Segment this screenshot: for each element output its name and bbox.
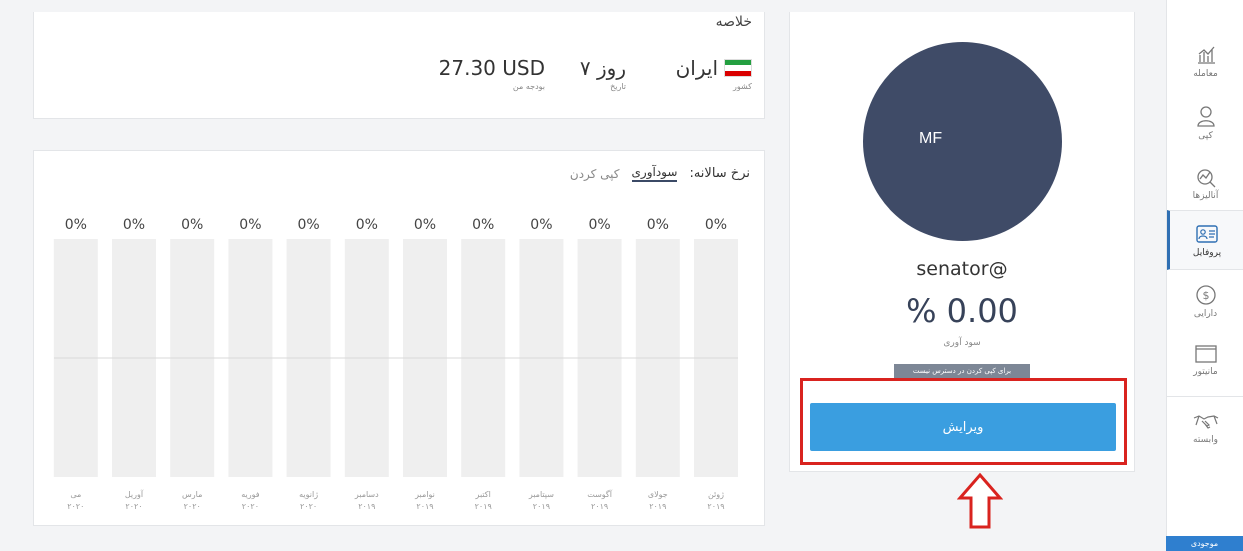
x-tick-year-label: ۲۰۱۹ (591, 502, 608, 511)
history-value: ۷ روز (579, 56, 626, 80)
chart-trade-icon (1197, 46, 1215, 64)
x-tick-label: دسامبر (354, 490, 379, 499)
chart-tabs: نرخ سالانه: سودآوری کپی کردن (570, 165, 750, 182)
sidebar-item-copy[interactable]: کپی (1167, 104, 1243, 164)
bar-value-label: 0% (123, 217, 145, 233)
x-tick-label: مارس (182, 490, 202, 499)
bar-value-label: 0% (297, 217, 319, 233)
country-value: ایران (675, 56, 718, 80)
bar-chart: 0% ژوئن ۲۰۱۹ 0% جولای ۲۰۱۹ 0% آگوست ۲۰۱۹ 0% سپتامب… (53, 217, 738, 511)
x-tick-label: آگوست (587, 489, 613, 499)
bar-value-label: 0% (414, 217, 436, 233)
dollar-circle-icon: $ (1195, 285, 1216, 305)
country-label: کشور (733, 82, 752, 91)
annual-rate-chart-card: 0% ژوئن ۲۰۱۹ 0% جولای ۲۰۱۹ 0% آگوست ۲۰۱۹ 0% سپتامب… (33, 150, 765, 526)
tab-copying[interactable]: کپی کردن (570, 167, 620, 181)
x-tick-year-label: ۲۰۱۹ (707, 502, 724, 511)
svg-text:$: $ (1202, 289, 1209, 302)
budget-label: بودجه من (512, 82, 545, 91)
x-tick-year-label: ۲۰۱۹ (475, 502, 492, 511)
country-field: ایران کشور (676, 56, 752, 91)
annual-rate-label: نرخ سالانه: (689, 166, 750, 181)
bar-value-label: 0% (705, 217, 727, 233)
handshake-icon (1193, 415, 1218, 429)
bar-value-label: 0% (65, 217, 87, 233)
summary-title: خلاصه (715, 14, 752, 30)
sidebar-divider (1167, 396, 1243, 397)
bar-value-label: 0% (356, 217, 378, 233)
x-tick-label: ژوئن (708, 490, 724, 499)
sidebar-item-label: معامله (1193, 69, 1218, 79)
sidebar-item-label: کپی (1198, 131, 1213, 141)
x-tick-year-label: ۲۰۲۰ (125, 502, 142, 511)
x-tick-label: اکتبر (475, 490, 491, 499)
bar-value-label: 0% (588, 217, 610, 233)
x-tick-year-label: ۲۰۱۹ (533, 502, 550, 511)
analytics-icon (1196, 169, 1215, 188)
x-tick-label: سپتامبر (528, 490, 554, 499)
sidebar-item-label: مانیتور (1193, 367, 1218, 377)
x-tick-label: آوریل (125, 489, 144, 499)
profit-label: سود آوری (943, 338, 981, 348)
sidebar-item-trade[interactable]: معامله (1167, 44, 1243, 104)
profile-card-icon (1196, 225, 1218, 243)
budget-field: 27.30 USD بودجه من (439, 56, 545, 91)
x-tick-label: می (70, 490, 81, 499)
sidebar-item-profile[interactable]: پروفایل (1167, 210, 1243, 270)
x-tick-year-label: ۲۰۲۰ (67, 502, 84, 511)
annotation-highlight-box (800, 378, 1127, 465)
summary-card: خلاصه ایران کشور ۷ روز تاریخ 27.30 USD ب… (33, 12, 765, 119)
avatar: MF (863, 42, 1062, 241)
x-tick-year-label: ۲۰۱۹ (649, 502, 666, 511)
sidebar-item-monitor[interactable]: مانیتور (1167, 344, 1243, 404)
copy-unavailable-badge: برای کپی کردن در دسترس نیست (894, 364, 1030, 379)
bar-value-label: 0% (530, 217, 552, 233)
tab-profitability[interactable]: سودآوری (631, 165, 678, 182)
username: senator@ (916, 258, 1008, 280)
budget-value: 27.30 USD (438, 56, 545, 80)
bar-value-label: 0% (472, 217, 494, 233)
sidebar-item-label: آنالیزها (1192, 191, 1219, 201)
sidebar: معامله کپی آنالیزها پروفایل $ دارایی مان… (1166, 0, 1243, 551)
bar-value-label: 0% (181, 217, 203, 233)
history-label: تاریخ (610, 82, 626, 91)
monitor-icon (1194, 345, 1217, 363)
x-tick-label: ژانویه (299, 490, 318, 499)
x-tick-year-label: ۲۰۱۹ (416, 502, 433, 511)
user-copy-icon (1196, 106, 1215, 127)
history-field: ۷ روز تاریخ (580, 56, 626, 91)
x-tick-year-label: ۲۰۲۰ (300, 502, 317, 511)
x-tick-label: نوامبر (414, 490, 435, 499)
sidebar-item-label: دارایی (1193, 309, 1218, 319)
x-tick-year-label: ۲۰۲۰ (184, 502, 201, 511)
sidebar-item-label: وابسته (1193, 435, 1218, 445)
x-tick-label: جولای (648, 490, 668, 499)
sidebar-item-label: پروفایل (1192, 248, 1222, 258)
bar-value-label: 0% (239, 217, 261, 233)
bar-value-label: 0% (647, 217, 669, 233)
profit-value: % 0.00 (906, 292, 1018, 330)
annotation-up-arrow-icon (957, 472, 1003, 529)
iran-flag-icon (724, 59, 752, 77)
x-tick-year-label: ۲۰۱۹ (358, 502, 375, 511)
sidebar-item-affiliate[interactable]: وابسته (1167, 412, 1243, 472)
x-tick-year-label: ۲۰۲۰ (242, 502, 259, 511)
inventory-button[interactable]: موجودی (1166, 536, 1243, 551)
avatar-initials: MF (919, 130, 943, 147)
sidebar-item-assets[interactable]: $ دارایی (1167, 284, 1243, 344)
x-tick-label: فوریه (241, 490, 260, 499)
